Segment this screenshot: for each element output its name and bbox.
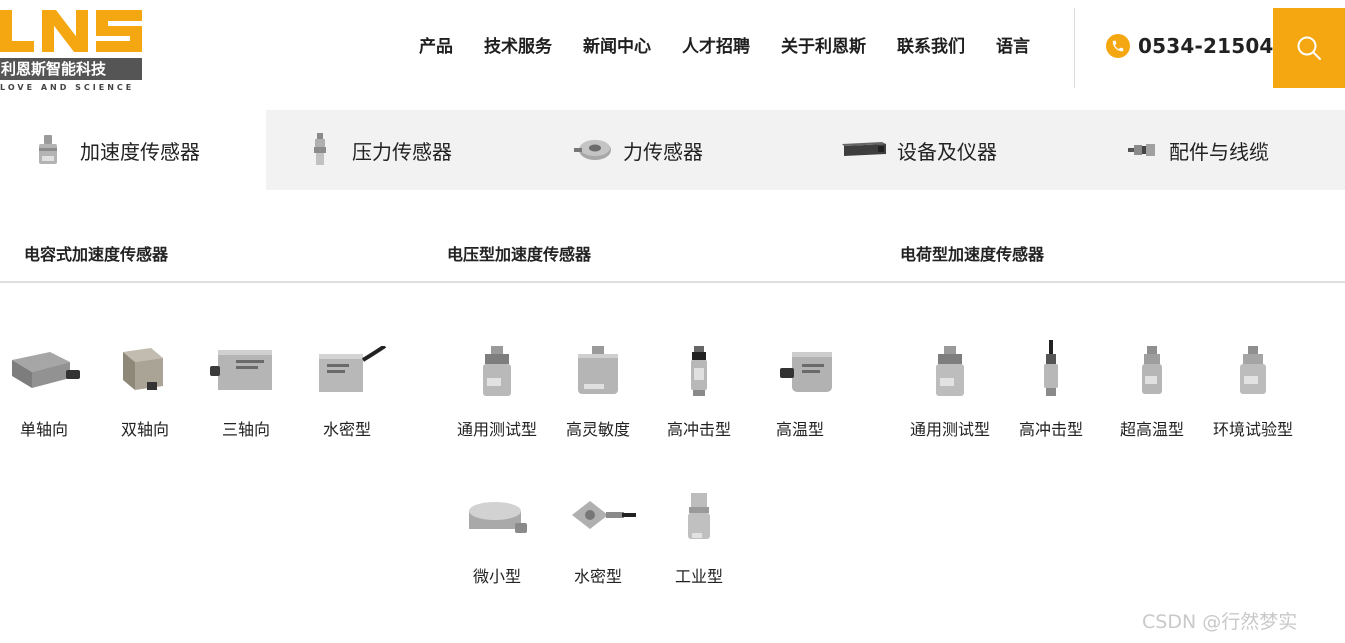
nav-item-tech-service[interactable]: 技术服务 bbox=[484, 34, 552, 60]
charge-general-sensor-image bbox=[936, 346, 964, 396]
tab-label: 压力传感器 bbox=[352, 139, 452, 164]
product-high-sensitivity[interactable]: 高灵敏度 bbox=[548, 346, 648, 446]
dual-axis-sensor-image bbox=[123, 348, 163, 390]
high-temp-sensor-image bbox=[780, 352, 832, 392]
tab-label: 力传感器 bbox=[623, 139, 703, 164]
product-label: 高温型 bbox=[775, 420, 824, 439]
tab-force-sensor[interactable]: 力传感器 bbox=[565, 110, 815, 190]
product-tri-axis[interactable]: 三轴向 bbox=[196, 346, 296, 446]
search-icon bbox=[1297, 36, 1321, 60]
environmental-test-sensor-image bbox=[1240, 346, 1266, 394]
product-high-temp-iepe[interactable]: 高温型 bbox=[750, 346, 850, 446]
group-title-capacitive[interactable]: 电容式加速度传感器 bbox=[24, 241, 168, 265]
high-sensitivity-sensor-image bbox=[578, 346, 618, 394]
category-tabs: 加速度传感器 压力传感器 力传感器 设备及仪器 配件与线缆 bbox=[0, 110, 1345, 190]
ultra-high-temp-sensor-image bbox=[1142, 346, 1162, 394]
group-title-charge[interactable]: 电荷型加速度传感器 bbox=[900, 241, 1044, 265]
tab-label: 加速度传感器 bbox=[80, 139, 200, 164]
product-label: 微小型 bbox=[472, 567, 521, 586]
product-waterproof-iepe[interactable]: 水密型 bbox=[548, 493, 648, 593]
nav-item-news[interactable]: 新闻中心 bbox=[583, 34, 651, 60]
nav-item-about[interactable]: 关于利恩斯 bbox=[781, 34, 866, 60]
tab-accessories-cables[interactable]: 配件与线缆 bbox=[1115, 110, 1345, 190]
force-sensor-icon bbox=[571, 137, 615, 163]
phone-icon bbox=[1106, 34, 1130, 58]
product-label: 水密型 bbox=[322, 420, 371, 439]
product-label: 超高温型 bbox=[1119, 420, 1184, 439]
tab-instruments[interactable]: 设备及仪器 bbox=[835, 110, 1095, 190]
product-label: 高冲击型 bbox=[666, 420, 731, 439]
header-divider bbox=[1074, 8, 1075, 88]
header: 利恩斯智能科技 LOVE AND SCIENCE 产品 技术服务 新闻中心 人才… bbox=[0, 0, 1345, 110]
product-high-shock-iepe[interactable]: 高冲击型 bbox=[649, 346, 749, 446]
waterproof-sensor-image bbox=[319, 346, 387, 392]
product-label: 工业型 bbox=[674, 567, 723, 586]
waterproof-iepe-sensor-image bbox=[572, 501, 636, 529]
product-label: 双轴向 bbox=[120, 420, 169, 439]
product-miniature[interactable]: 微小型 bbox=[447, 493, 547, 593]
product-label: 高冲击型 bbox=[1018, 420, 1083, 439]
product-label: 环境试验型 bbox=[1212, 420, 1293, 439]
nav-item-language[interactable]: 语言 bbox=[996, 34, 1030, 60]
cable-icon bbox=[1121, 142, 1163, 158]
general-test-sensor-image bbox=[483, 346, 511, 396]
group-title-iepe[interactable]: 电压型加速度传感器 bbox=[447, 241, 591, 265]
tab-pressure-sensor[interactable]: 压力传感器 bbox=[290, 110, 540, 190]
product-ultra-high-temp[interactable]: 超高温型 bbox=[1102, 346, 1202, 446]
single-axis-sensor-image bbox=[12, 352, 80, 388]
product-label: 通用测试型 bbox=[909, 420, 990, 439]
logo-slogan: LOVE AND SCIENCE bbox=[0, 83, 135, 92]
tab-label: 配件与线缆 bbox=[1169, 139, 1269, 164]
product-general-test-charge[interactable]: 通用测试型 bbox=[900, 346, 1000, 446]
product-label: 三轴向 bbox=[221, 420, 270, 439]
tab-label: 设备及仪器 bbox=[897, 139, 997, 164]
industrial-sensor-image bbox=[688, 493, 710, 539]
miniature-sensor-image bbox=[469, 502, 527, 533]
product-label: 水密型 bbox=[573, 567, 622, 586]
product-general-test-iepe[interactable]: 通用测试型 bbox=[447, 346, 547, 446]
charge-high-shock-sensor-image bbox=[1044, 340, 1058, 396]
product-high-shock-charge[interactable]: 高冲击型 bbox=[1001, 340, 1101, 440]
logo-chinese-name: 利恩斯智能科技 bbox=[0, 58, 142, 80]
product-single-axis[interactable]: 单轴向 bbox=[0, 346, 94, 446]
product-label: 通用测试型 bbox=[456, 420, 537, 439]
accelerometer-icon bbox=[28, 134, 68, 166]
nav-item-careers[interactable]: 人才招聘 bbox=[682, 34, 750, 60]
app: 利恩斯智能科技 LOVE AND SCIENCE 产品 技术服务 新闻中心 人才… bbox=[0, 0, 1345, 643]
product-label: 高灵敏度 bbox=[565, 420, 630, 439]
instrument-icon bbox=[841, 142, 889, 158]
product-waterproof-capacitive[interactable]: 水密型 bbox=[297, 346, 397, 446]
nav-item-contact[interactable]: 联系我们 bbox=[897, 34, 965, 60]
logo-mark bbox=[0, 10, 142, 52]
nav-item-products[interactable]: 产品 bbox=[419, 34, 453, 60]
high-shock-sensor-image bbox=[691, 346, 707, 396]
tab-accelerometer[interactable]: 加速度传感器 bbox=[0, 110, 266, 190]
tri-axis-sensor-image bbox=[210, 350, 272, 390]
search-button[interactable] bbox=[1273, 8, 1345, 88]
pressure-sensor-icon bbox=[300, 133, 340, 167]
logo[interactable]: 利恩斯智能科技 LOVE AND SCIENCE bbox=[0, 8, 150, 92]
product-industrial[interactable]: 工业型 bbox=[649, 493, 749, 593]
product-environmental-test[interactable]: 环境试验型 bbox=[1203, 346, 1303, 446]
section-divider bbox=[0, 281, 1345, 283]
main-nav: 产品 技术服务 新闻中心 人才招聘 关于利恩斯 联系我们 语言 bbox=[405, 34, 1030, 60]
product-dual-axis[interactable]: 双轴向 bbox=[95, 346, 195, 446]
product-label: 单轴向 bbox=[19, 420, 68, 439]
watermark: CSDN @行然梦实 bbox=[1142, 611, 1298, 633]
